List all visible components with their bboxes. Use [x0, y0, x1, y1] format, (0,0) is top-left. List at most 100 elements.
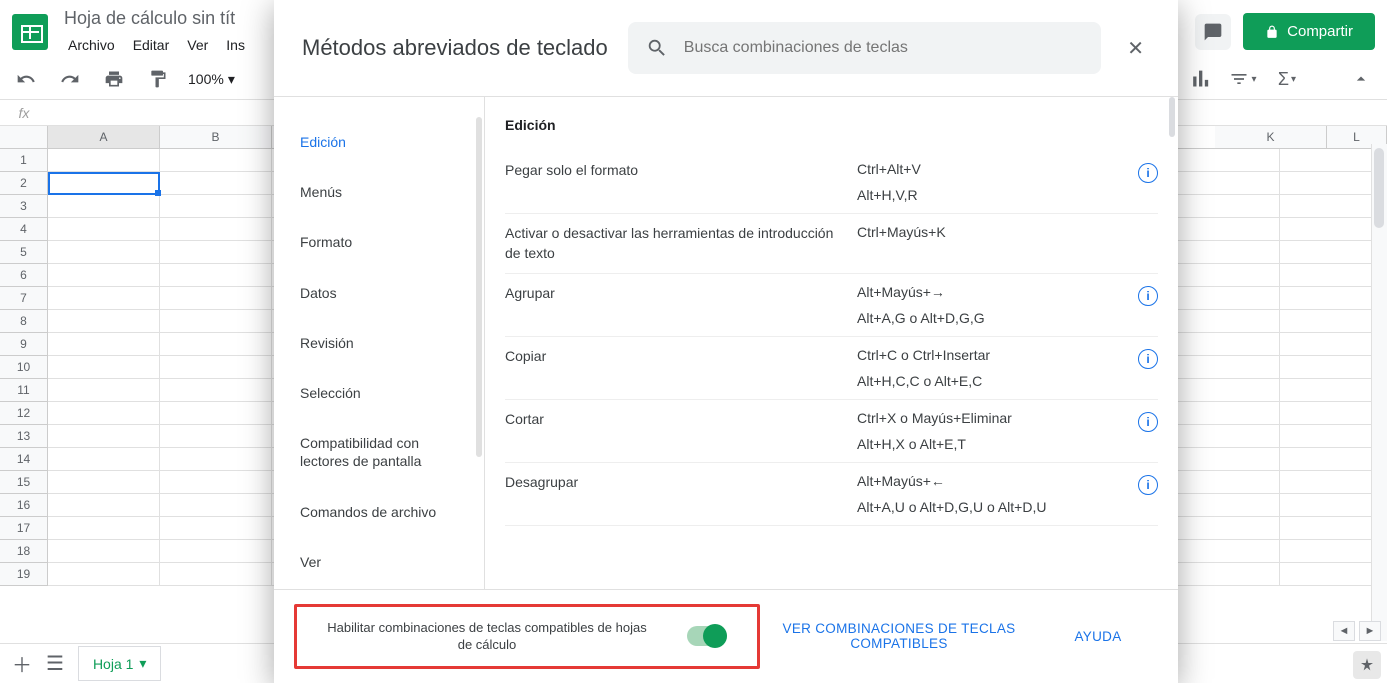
cell[interactable]: [160, 287, 272, 310]
cell[interactable]: [48, 379, 160, 402]
sidebar-item[interactable]: Formato: [274, 217, 484, 267]
add-sheet-icon[interactable]: ＋: [12, 649, 32, 678]
view-compat-link[interactable]: VER COMBINACIONES DE TECLAS COMPATIBLES: [780, 621, 1018, 651]
row-header[interactable]: 1: [0, 149, 48, 172]
sidebar-item[interactable]: Menús: [274, 167, 484, 217]
cell[interactable]: [160, 149, 272, 172]
col-header[interactable]: B: [160, 126, 272, 148]
cell[interactable]: [48, 310, 160, 333]
scroll-right-icon[interactable]: ►: [1359, 621, 1381, 641]
cell[interactable]: [160, 333, 272, 356]
cell[interactable]: [160, 563, 272, 586]
info-icon[interactable]: i: [1138, 412, 1158, 432]
row-header[interactable]: 19: [0, 563, 48, 586]
redo-icon[interactable]: [56, 65, 84, 93]
cell[interactable]: [1168, 517, 1280, 540]
sidebar-item[interactable]: Selección: [274, 368, 484, 418]
row-header[interactable]: 10: [0, 356, 48, 379]
search-input[interactable]: [684, 39, 1083, 57]
cell[interactable]: [1168, 333, 1280, 356]
cell[interactable]: [1168, 287, 1280, 310]
cell[interactable]: [1168, 310, 1280, 333]
cell[interactable]: [160, 540, 272, 563]
cell[interactable]: [48, 195, 160, 218]
row-header[interactable]: 7: [0, 287, 48, 310]
all-sheets-icon[interactable]: ☰: [46, 651, 64, 676]
cell[interactable]: [160, 310, 272, 333]
cell[interactable]: [1168, 264, 1280, 287]
filter-icon[interactable]: ▾: [1229, 65, 1257, 93]
search-box[interactable]: [628, 22, 1101, 74]
select-all-corner[interactable]: [0, 126, 48, 148]
cell[interactable]: [1168, 402, 1280, 425]
row-header[interactable]: 2: [0, 172, 48, 195]
row-header[interactable]: 4: [0, 218, 48, 241]
cell[interactable]: [48, 494, 160, 517]
cell[interactable]: [1168, 379, 1280, 402]
cell[interactable]: [48, 241, 160, 264]
sidebar-item[interactable]: Edición: [274, 117, 484, 167]
cell[interactable]: [160, 195, 272, 218]
scroll-left-icon[interactable]: ◄: [1333, 621, 1355, 641]
cell[interactable]: [1168, 149, 1280, 172]
cell[interactable]: [1168, 448, 1280, 471]
cell[interactable]: [1168, 195, 1280, 218]
close-icon[interactable]: ✕: [1121, 30, 1150, 67]
row-header[interactable]: 12: [0, 402, 48, 425]
cell[interactable]: [48, 333, 160, 356]
cell[interactable]: [160, 356, 272, 379]
cell[interactable]: [1168, 425, 1280, 448]
info-icon[interactable]: i: [1138, 349, 1158, 369]
cell[interactable]: [160, 264, 272, 287]
cell[interactable]: [160, 172, 272, 195]
cell[interactable]: [48, 218, 160, 241]
cell[interactable]: [48, 402, 160, 425]
menu-insertar[interactable]: Ins: [218, 33, 253, 57]
row-header[interactable]: 16: [0, 494, 48, 517]
chart-icon[interactable]: [1185, 65, 1213, 93]
undo-icon[interactable]: [12, 65, 40, 93]
scrollbar-thumb[interactable]: [476, 117, 482, 457]
sidebar-item[interactable]: Comandos de archivo: [274, 487, 484, 537]
cell[interactable]: [1168, 540, 1280, 563]
cell[interactable]: [160, 402, 272, 425]
cell[interactable]: [48, 471, 160, 494]
cell[interactable]: [160, 379, 272, 402]
row-header[interactable]: 8: [0, 310, 48, 333]
cell[interactable]: [1168, 471, 1280, 494]
compat-toggle[interactable]: [687, 626, 727, 646]
cell[interactable]: [48, 517, 160, 540]
vertical-scrollbar[interactable]: [1371, 144, 1387, 641]
sidebar-item[interactable]: Ver: [274, 537, 484, 587]
cell[interactable]: [48, 264, 160, 287]
sidebar-item[interactable]: Revisión: [274, 318, 484, 368]
cell[interactable]: [48, 563, 160, 586]
cell[interactable]: [48, 287, 160, 310]
active-cell[interactable]: [48, 172, 160, 195]
row-header[interactable]: 9: [0, 333, 48, 356]
col-header[interactable]: A: [48, 126, 160, 148]
row-header[interactable]: 15: [0, 471, 48, 494]
comments-icon[interactable]: [1195, 14, 1231, 50]
menu-archivo[interactable]: Archivo: [60, 33, 123, 57]
sidebar-item[interactable]: Compatibilidad con lectores de pantalla: [274, 418, 484, 486]
cell[interactable]: [160, 471, 272, 494]
cell[interactable]: [1168, 241, 1280, 264]
sheet-tab[interactable]: Hoja 1 ▾: [78, 646, 162, 681]
cell[interactable]: [160, 517, 272, 540]
collapse-icon[interactable]: [1347, 65, 1375, 93]
info-icon[interactable]: i: [1138, 475, 1158, 495]
cell[interactable]: [160, 494, 272, 517]
cell[interactable]: [1168, 172, 1280, 195]
functions-icon[interactable]: Σ▾: [1273, 65, 1301, 93]
row-header[interactable]: 13: [0, 425, 48, 448]
share-button[interactable]: Compartir: [1243, 13, 1375, 50]
info-icon[interactable]: i: [1138, 163, 1158, 183]
cell[interactable]: [160, 218, 272, 241]
row-header[interactable]: 6: [0, 264, 48, 287]
cell[interactable]: [48, 540, 160, 563]
print-icon[interactable]: [100, 65, 128, 93]
row-header[interactable]: 17: [0, 517, 48, 540]
menu-ver[interactable]: Ver: [179, 33, 216, 57]
cell[interactable]: [160, 425, 272, 448]
